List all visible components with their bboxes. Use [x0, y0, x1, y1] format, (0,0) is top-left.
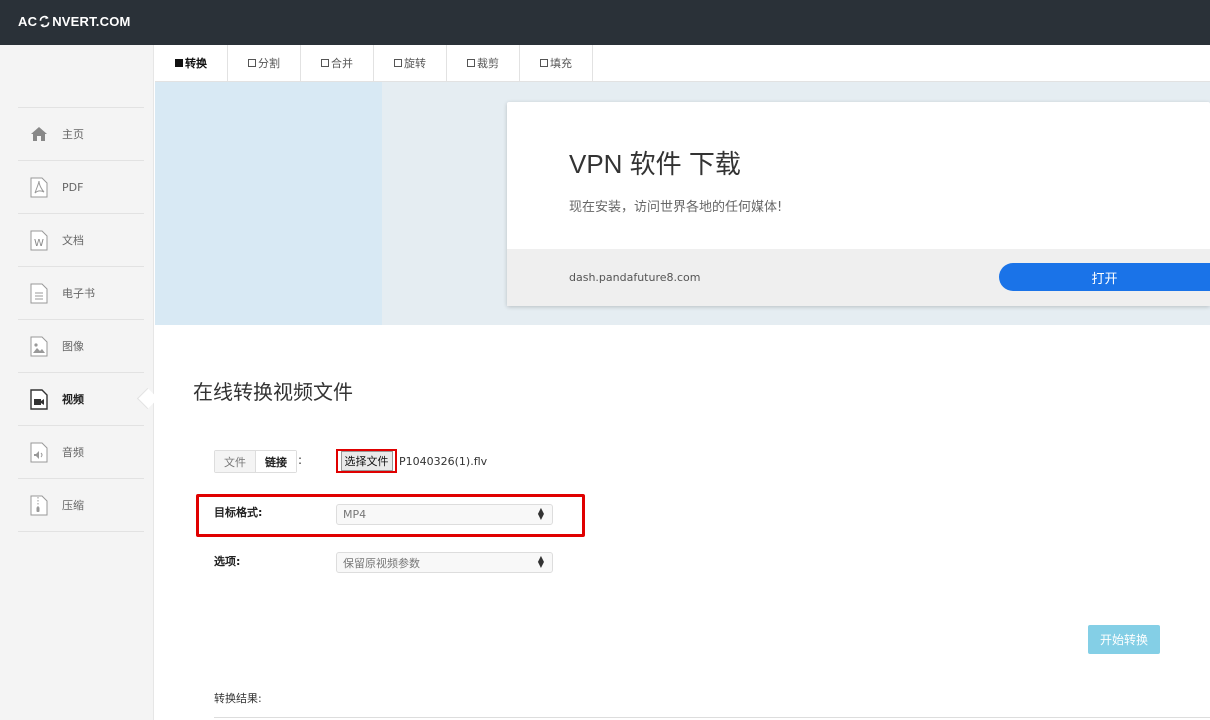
page-title: 在线转换视频文件 — [193, 380, 353, 404]
ebook-file-icon — [28, 282, 50, 304]
options-select[interactable]: 保留原视频参数 ▲ ▼ — [336, 552, 553, 573]
sidebar-item-label: 图像 — [62, 340, 84, 353]
sidebar-item-pdf[interactable]: PDF — [18, 161, 144, 214]
refresh-swirl-icon — [39, 15, 50, 28]
archive-file-icon — [28, 494, 50, 516]
tab-rotate[interactable]: 旋转 — [374, 45, 447, 81]
sidebar-item-label: 压缩 — [62, 499, 84, 512]
audio-file-icon — [28, 441, 50, 463]
logo-text-left: AC — [18, 14, 38, 29]
sidebar-item-label: 电子书 — [62, 287, 95, 300]
checkbox-icon — [175, 59, 183, 67]
ad-card[interactable]: VPN 软件 下载 现在安装，访问世界各地的任何媒体! dash.pandafu… — [507, 102, 1210, 306]
sidebar-item-video[interactable]: 视频 — [18, 373, 144, 426]
result-label: 转换结果: — [214, 692, 262, 705]
tab-label: 分割 — [258, 57, 280, 70]
tab-fill[interactable]: 填充 — [520, 45, 593, 81]
ad-url[interactable]: dash.pandafuture8.com — [569, 271, 701, 284]
sidebar-item-ebook[interactable]: 电子书 — [18, 267, 144, 320]
options-value: 保留原视频参数 — [343, 556, 420, 570]
result-divider — [214, 717, 1210, 718]
sidebar-item-home[interactable]: 主页 — [18, 108, 144, 161]
sidebar-item-label: 音频 — [62, 446, 84, 459]
checkbox-icon — [321, 59, 329, 67]
target-format-select[interactable]: MP4 ▲ ▼ — [336, 504, 553, 525]
sidebar: 主页 PDF W 文档 电子书 图像 视频 音频 压缩 — [0, 45, 154, 720]
checkbox-icon — [540, 59, 548, 67]
sidebar-item-archive[interactable]: 压缩 — [18, 479, 144, 532]
svg-text:W: W — [34, 238, 44, 249]
tab-crop[interactable]: 裁剪 — [447, 45, 520, 81]
tab-split[interactable]: 分割 — [228, 45, 301, 81]
choose-file-label: 选择文件 — [340, 451, 393, 471]
sidebar-item-image[interactable]: 图像 — [18, 320, 144, 373]
logo-text-right: NVERT.COM — [52, 14, 131, 29]
home-icon — [28, 123, 50, 145]
image-file-icon — [28, 335, 50, 357]
checkbox-icon — [248, 59, 256, 67]
sidebar-item-label: 主页 — [62, 128, 84, 141]
sidebar-item-document[interactable]: W 文档 — [18, 214, 144, 267]
target-format-label: 目标格式: — [214, 506, 263, 519]
checkbox-icon — [467, 59, 475, 67]
source-link-tab[interactable]: 链接 — [256, 451, 296, 472]
ad-banner-left-panel — [155, 82, 382, 325]
checkbox-icon — [394, 59, 402, 67]
tool-tabs: 转换 分割 合并 旋转 裁剪 填充 — [155, 45, 1210, 82]
sidebar-item-label: 视频 — [62, 393, 84, 406]
start-convert-button[interactable]: 开始转换 — [1088, 625, 1160, 654]
selected-file-name: P1040326(1).flv — [399, 455, 488, 468]
ad-footer: dash.pandafuture8.com 打开 — [507, 249, 1210, 306]
tab-label: 旋转 — [404, 57, 426, 70]
target-format-value: MP4 — [343, 508, 367, 521]
video-file-icon — [28, 388, 50, 410]
top-navbar: AC NVERT.COM — [0, 0, 1210, 45]
select-arrows-icon: ▲ ▼ — [537, 554, 544, 569]
source-file-tab[interactable]: 文件 — [215, 451, 256, 472]
word-document-icon: W — [28, 229, 50, 251]
ad-title: VPN 软件 下载 — [569, 149, 741, 179]
sidebar-item-audio[interactable]: 音频 — [18, 426, 144, 479]
sidebar-item-label: 文档 — [62, 234, 84, 247]
tab-convert[interactable]: 转换 — [155, 45, 228, 81]
tab-label: 合并 — [331, 57, 353, 70]
ad-subtitle: 现在安装，访问世界各地的任何媒体! — [569, 200, 783, 215]
site-logo[interactable]: AC NVERT.COM — [18, 14, 131, 29]
choose-file-button[interactable]: 选择文件 — [336, 449, 397, 473]
options-label: 选项: — [214, 555, 241, 568]
sidebar-nav: 主页 PDF W 文档 电子书 图像 视频 音频 压缩 — [18, 107, 144, 532]
tab-merge[interactable]: 合并 — [301, 45, 374, 81]
select-arrows-icon: ▲ ▼ — [537, 506, 544, 521]
source-type-toggle: 文件 链接 — [214, 450, 297, 473]
pdf-file-icon — [28, 176, 50, 198]
sidebar-item-label: PDF — [62, 180, 84, 194]
tab-label: 填充 — [550, 57, 572, 70]
ad-banner: VPN 软件 下载 现在安装，访问世界各地的任何媒体! dash.pandafu… — [155, 82, 1210, 325]
ad-open-button[interactable]: 打开 — [999, 263, 1210, 291]
source-colon: : — [298, 453, 303, 467]
tab-label: 裁剪 — [477, 57, 499, 70]
tab-label: 转换 — [185, 57, 207, 70]
